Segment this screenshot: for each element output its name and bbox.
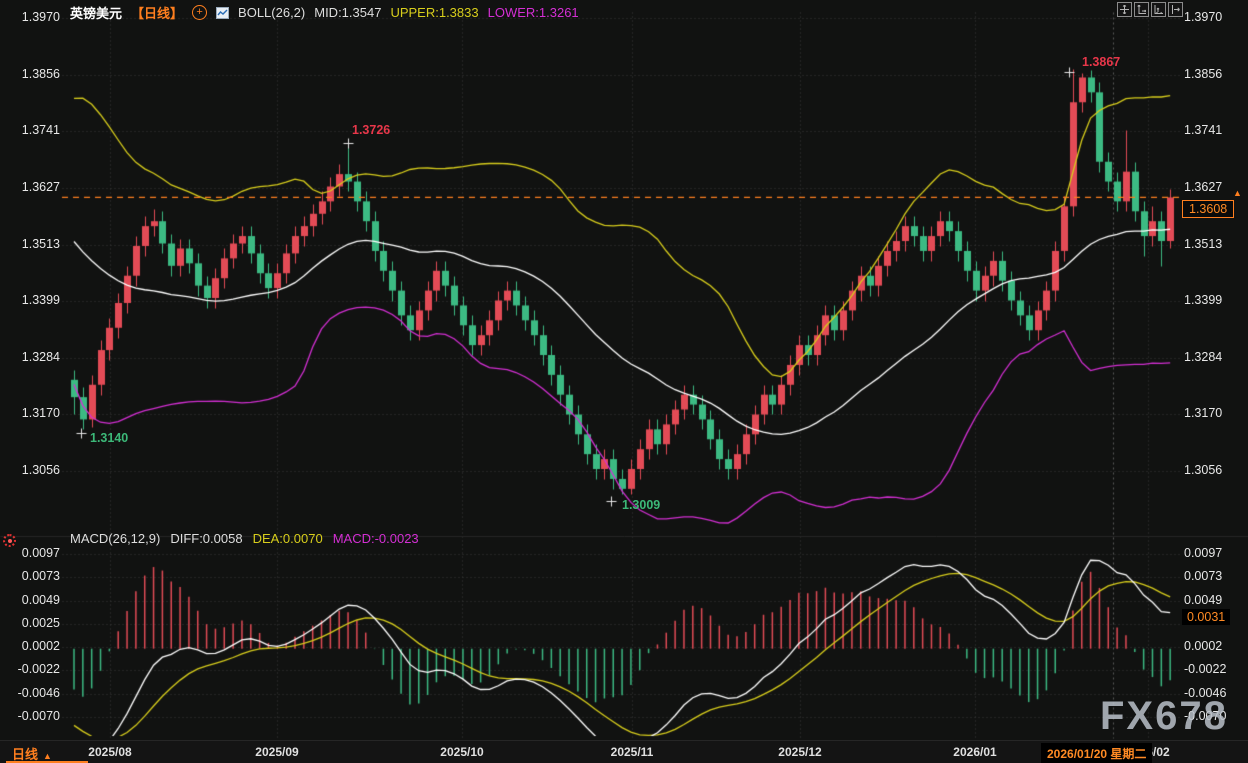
date-label: 2025/12 [778,745,821,759]
macd-tick-right: 0.0049 [1184,593,1242,607]
price-annotation: 1.3726 [352,123,390,137]
macd-tick-right: 0.0097 [1184,546,1242,560]
boll-mid-value: MID:1.3547 [314,5,381,20]
price-tick-right: 1.3170 [1184,406,1242,420]
price-tick-right: 1.3513 [1184,237,1242,251]
date-label: 2025/11 [611,745,654,759]
boll-lower-value: LOWER:1.3261 [488,5,579,20]
price-tick-left: 1.3856 [2,67,60,81]
trading-chart-window: 英镑美元 【日线】 BOLL(26,2) MID:1.3547 UPPER:1.… [0,0,1248,763]
macd-diff-value: DIFF:0.0058 [170,531,242,546]
macd-indicator-label[interactable]: MACD(26,12,9) [70,531,160,546]
price-tick-right: 1.3741 [1184,123,1242,137]
macd-tick-left: 0.0002 [2,639,60,653]
macd-tick-left: 0.0073 [2,569,60,583]
time-axis-bar: 日线 2025/08 2025/09 2025/10 2025/11 2025/12 20… [0,740,1248,763]
date-label: 2026/01 [953,745,996,759]
symbol-name: 英镑美元 [70,3,122,22]
crosshair-tool-icon[interactable] [1117,2,1132,17]
price-tick-left: 1.3970 [2,10,60,24]
macd-tick-left: 0.0097 [2,546,60,560]
macd-tick-right: 0.0073 [1184,569,1242,583]
pan-right-icon[interactable] [1168,2,1183,17]
live-indicator-icon [3,534,16,547]
price-tick-left: 1.3627 [2,180,60,194]
x-axis-zoom-icon[interactable] [1151,2,1166,17]
price-tick-left: 1.3056 [2,463,60,477]
price-tick-left: 1.3284 [2,350,60,364]
macd-dea-value: DEA:0.0070 [253,531,323,546]
period-tag[interactable]: 【日线】 [131,3,183,22]
macd-macd-value: MACD:-0.0023 [333,531,419,546]
macd-tick-left: -0.0022 [2,662,60,676]
chevron-up-icon [43,751,52,761]
scroll-to-latest-icon[interactable] [1233,188,1242,198]
price-annotation: 1.3140 [90,431,128,445]
chart-toolbar [1117,2,1183,17]
tab-daily-label: 日线 [12,747,38,762]
macd-tick-left: 0.0049 [2,593,60,607]
brand-watermark: FX678 [1100,694,1228,739]
macd-header: MACD(26,12,9) DIFF:0.0058 DEA:0.0070 MAC… [70,531,419,546]
add-indicator-icon[interactable] [192,5,207,20]
boll-indicator-label[interactable]: BOLL(26,2) [238,5,305,20]
macd-tick-right: 0.0002 [1184,639,1242,653]
date-label: 2025/09 [255,745,298,759]
price-tick-left: 1.3399 [2,293,60,307]
price-tick-left: 1.3513 [2,237,60,251]
price-tick-left: 1.3170 [2,406,60,420]
date-label: 2025/08 [88,745,131,759]
y-axis-zoom-icon[interactable] [1134,2,1149,17]
price-tick-right: 1.3284 [1184,350,1242,364]
price-tick-left: 1.3741 [2,123,60,137]
boll-upper-value: UPPER:1.3833 [390,5,478,20]
macd-tick-left: -0.0046 [2,686,60,700]
price-annotation: 1.3867 [1082,55,1120,69]
price-tick-right: 1.3970 [1184,10,1242,24]
price-tick-right: 1.3856 [1184,67,1242,81]
macd-tick-left: -0.0070 [2,709,60,723]
main-chart-header: 英镑美元 【日线】 BOLL(26,2) MID:1.3547 UPPER:1.… [70,3,579,22]
macd-tick-left: 0.0025 [2,616,60,630]
price-annotation: 1.3009 [622,498,660,512]
price-tick-right: 1.3399 [1184,293,1242,307]
macd-value-badge: 0.0031 [1182,609,1230,625]
date-label: 2025/10 [440,745,483,759]
mini-chart-icon [216,7,229,19]
last-price-badge: 1.3608 [1182,200,1234,218]
macd-tick-right: -0.0022 [1184,662,1242,676]
crosshair-date-badge: 2026/01/20 星期二 [1041,743,1152,763]
price-chart-canvas[interactable] [0,0,1248,763]
price-tick-right: 1.3056 [1184,463,1242,477]
